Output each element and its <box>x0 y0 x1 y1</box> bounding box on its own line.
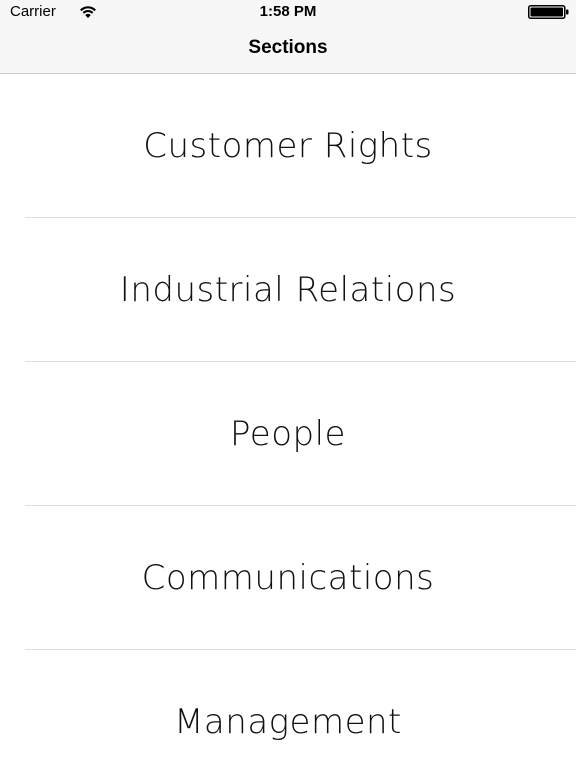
section-item-industrial-relations[interactable]: Industrial Relations <box>0 218 576 362</box>
navigation-bar: Sections <box>0 24 576 74</box>
sections-list: Customer Rights Industrial Relations Peo… <box>0 74 576 768</box>
battery-icon <box>528 5 569 19</box>
section-label: Management <box>174 702 402 742</box>
section-item-communications[interactable]: Communications <box>0 506 576 650</box>
section-item-people[interactable]: People <box>0 362 576 506</box>
status-time: 1:58 PM <box>259 3 317 20</box>
section-label: Customer Rights <box>143 126 433 166</box>
section-label: Communications <box>141 558 435 598</box>
section-label: People <box>230 414 346 454</box>
page-title: Sections <box>248 37 328 58</box>
section-item-management[interactable]: Management <box>0 650 576 768</box>
section-label: Industrial Relations <box>119 270 457 310</box>
section-item-customer-rights[interactable]: Customer Rights <box>0 74 576 218</box>
status-bar: Carrier 1:58 PM <box>0 0 576 24</box>
app-screen: Carrier 1:58 PM Sections Customer Rights… <box>0 0 576 768</box>
